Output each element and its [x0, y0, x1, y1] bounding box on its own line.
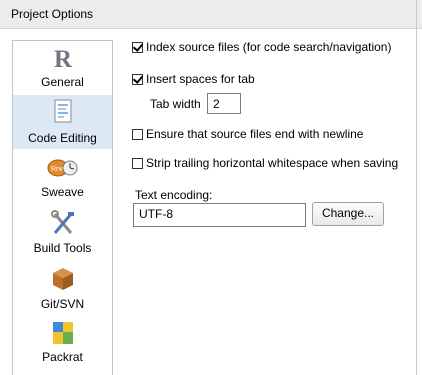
sidebar-item-general[interactable]: R General	[13, 41, 112, 95]
window-edge	[416, 0, 417, 375]
sweave-icon: Rnw	[47, 159, 78, 177]
insert-spaces-checkbox[interactable]	[132, 73, 143, 85]
change-encoding-button[interactable]: Change...	[312, 202, 384, 226]
title-bar: Project Options	[0, 0, 422, 29]
strip-whitespace-label: Strip trailing horizontal whitespace whe…	[146, 156, 399, 170]
text-encoding-label: Text encoding:	[135, 188, 213, 202]
strip-whitespace-option[interactable]: Strip trailing horizontal whitespace whe…	[132, 156, 398, 170]
sidebar-item-label: Packrat	[42, 350, 83, 364]
git-svn-icon	[53, 268, 73, 290]
index-source-checkbox[interactable]	[132, 41, 143, 53]
ensure-newline-label: Ensure that source files end with newlin…	[146, 127, 364, 141]
sidebar-item-label: Build Tools	[33, 241, 92, 255]
sidebar-item-build-tools[interactable]: Build Tools	[13, 206, 112, 260]
sidebar-item-label: Code Editing	[28, 131, 97, 145]
ensure-newline-option[interactable]: Ensure that source files end with newlin…	[132, 127, 363, 141]
sidebar-item-packrat[interactable]: Packrat	[13, 316, 112, 370]
index-source-option[interactable]: Index source files (for code search/navi…	[132, 40, 391, 54]
tab-width-input[interactable]: 2	[207, 93, 241, 114]
insert-spaces-label: Insert spaces for tab	[146, 72, 255, 86]
index-source-label: Index source files (for code search/navi…	[146, 40, 392, 54]
text-encoding-input[interactable]: UTF-8	[133, 203, 306, 227]
strip-whitespace-checkbox[interactable]	[132, 157, 143, 169]
build-tools-icon	[51, 210, 74, 234]
options-sidebar: R General Code Editing Rnw Sweave Build …	[12, 40, 113, 375]
sidebar-item-label: General	[41, 75, 84, 89]
ensure-newline-checkbox[interactable]	[132, 128, 143, 140]
insert-spaces-option[interactable]: Insert spaces for tab	[132, 72, 255, 86]
sidebar-item-git-svn[interactable]: Git/SVN	[13, 261, 112, 315]
tab-width-label: Tab width	[150, 97, 201, 111]
window-title: Project Options	[11, 7, 94, 21]
svg-text:R: R	[54, 46, 73, 71]
r-logo-icon: R	[54, 46, 73, 71]
sidebar-item-sweave[interactable]: Rnw Sweave	[13, 151, 112, 205]
sidebar-item-label: Git/SVN	[40, 297, 85, 311]
code-editing-icon	[54, 99, 72, 123]
packrat-icon	[53, 322, 73, 344]
sidebar-item-code-editing[interactable]: Code Editing	[13, 95, 112, 149]
sidebar-item-label: Sweave	[41, 185, 84, 199]
